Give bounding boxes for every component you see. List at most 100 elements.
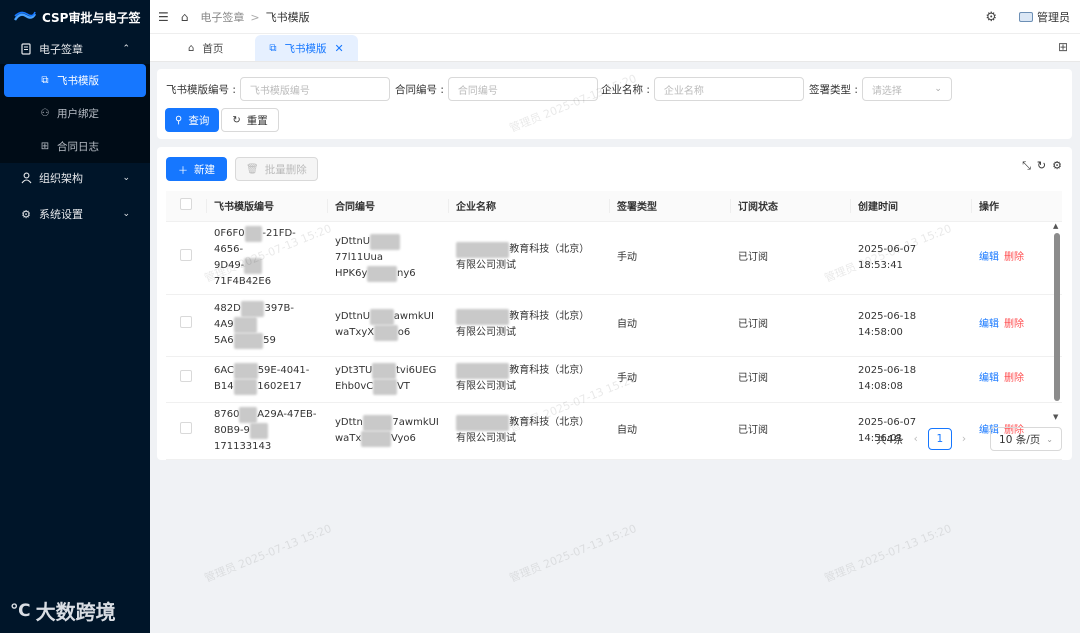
reset-button[interactable]: ↻ 重置 [221, 108, 279, 132]
company-name-input[interactable]: 企业名称 [653, 77, 804, 101]
query-button[interactable]: ⚲ 查询 [165, 108, 220, 132]
contract-no-part: o6 [397, 327, 411, 338]
header-actions: ⚙ 管理员 [985, 0, 1070, 34]
field-label: 合同编号 : [395, 83, 444, 96]
batch-delete-button[interactable]: 🗑 批量删除 [235, 157, 318, 181]
delete-link[interactable]: 删除 [1004, 319, 1024, 330]
column-header: 创建时间 [850, 191, 971, 222]
template-no-part: 71F4B42E6 [214, 275, 272, 287]
table-scrollbar[interactable]: ▲ ▼ [1053, 222, 1060, 421]
company-name-cell: xxxxxxxxx教育科技（北京） 有限公司测试 [448, 294, 609, 357]
tab-feishu-template[interactable]: ⧉ 飞书模版 ✕ [255, 35, 358, 61]
table-header-row: 飞书模版编号 合同编号 企业名称 签署类型 订阅状态 创建时间 操作 [166, 191, 1062, 222]
contract-no-input[interactable]: 合同编号 [447, 77, 598, 101]
contract-no-part: yDttnU [335, 311, 371, 322]
column-header: 订阅状态 [730, 191, 850, 222]
subscription-status-cell: 已订阅 [730, 402, 850, 460]
fullscreen-icon[interactable]: ⤡ [1022, 159, 1031, 173]
table-row: 482Dxxxx397B-4A9xxxx5A6xxxxx59 yDttnUxxx… [166, 294, 1062, 357]
row-checkbox[interactable] [180, 421, 192, 434]
field-contract-no: 合同编号 : 合同编号 [395, 77, 598, 101]
masked-text: xxxxx [233, 333, 264, 349]
page-number[interactable]: 1 [927, 428, 952, 450]
button-label: 重置 [246, 114, 268, 127]
created-time-cell: 2025-06-18 14:58:00 [850, 294, 971, 357]
subscription-status-cell: 已订阅 [730, 294, 850, 357]
close-icon[interactable]: ✕ [335, 42, 344, 55]
contract-no-part: Ehb0vC [335, 381, 374, 392]
contract-no-part: waTxyX [335, 327, 375, 338]
scroll-up-icon[interactable]: ▲ [1053, 222, 1058, 230]
masked-text: xxxx [234, 363, 258, 379]
company-name-part: 教育科技（北京） [509, 365, 590, 376]
masked-text: xxxx [373, 379, 397, 395]
masked-text: xxx [244, 257, 263, 274]
document-icon [20, 43, 32, 55]
new-button[interactable]: ＋ 新建 [166, 157, 227, 181]
sidebar-item-label: 飞书模版 [57, 75, 99, 87]
edit-link[interactable]: 编辑 [979, 252, 999, 263]
column-settings-icon[interactable]: ⚙ [1052, 159, 1062, 173]
page-size-select[interactable]: 10 条/页 ⌄ [990, 427, 1062, 451]
home-icon[interactable]: ⌂ [181, 10, 189, 24]
select-all-checkbox[interactable] [180, 198, 192, 211]
chevron-down-icon: ⌄ [934, 84, 942, 94]
contract-no-part: HPK6y [335, 267, 368, 279]
edit-link[interactable]: 编辑 [979, 319, 999, 330]
contract-no-part: 77l11Uua [335, 251, 384, 263]
page-size-label: 10 条/页 [999, 433, 1041, 446]
user-icon [20, 172, 32, 184]
delete-link[interactable]: 删除 [1004, 373, 1024, 384]
row-checkbox[interactable] [180, 248, 192, 261]
sign-type-cell: 自动 [609, 294, 730, 357]
masked-text: xxxxxxxxx [456, 363, 510, 379]
input-placeholder: 飞书模版编号 [249, 85, 310, 97]
template-no-part: 9D49- [214, 259, 245, 271]
next-page-icon[interactable]: › [962, 433, 966, 445]
chevron-up-icon: ⌃ [122, 44, 130, 54]
user-menu[interactable]: 管理员 [1019, 9, 1070, 25]
logo-icon [14, 11, 36, 21]
sidebar-group-org[interactable]: 组织架构 ⌄ [0, 163, 150, 193]
scrollbar-thumb[interactable] [1054, 233, 1060, 401]
app-title: CSP审批与电子签 [42, 10, 141, 25]
template-no-cell: 0F6F0xxx-21FD-4656-9D49-xxx71F4B42E6 [206, 221, 327, 295]
breadcrumb-item[interactable]: 电子签章 [200, 11, 244, 24]
sidebar-item-contract-log[interactable]: ⊞ 合同日志 [0, 130, 150, 163]
created-time-cell: 2025-06-18 14:08:08 [850, 356, 971, 403]
tabs-menu-icon[interactable]: ⊞ [1058, 40, 1068, 54]
sidebar-item-user-bind[interactable]: ⚇ 用户绑定 [0, 97, 150, 130]
app-logo[interactable]: CSP审批与电子签 [0, 0, 150, 34]
scroll-down-icon[interactable]: ▼ [1053, 413, 1058, 421]
grid-icon: ⊞ [40, 141, 50, 152]
tab-home[interactable]: ⌂ 首页 [174, 35, 237, 61]
sign-type-select[interactable]: 请选择 ⌄ [861, 77, 952, 101]
chevron-down-icon: ⌄ [1046, 434, 1053, 444]
sidebar-item-label: 合同日志 [57, 141, 99, 153]
row-checkbox[interactable] [180, 316, 192, 328]
menu-toggle-icon[interactable]: ☰ [158, 10, 169, 24]
select-placeholder: 请选择 [871, 85, 902, 97]
contract-no-part: Vyo6 [390, 432, 416, 444]
sidebar-group-label: 系统设置 [39, 208, 83, 221]
edit-link[interactable]: 编辑 [979, 373, 999, 384]
contract-no-part: 7awmkUI [392, 416, 439, 428]
refresh-icon[interactable]: ↻ [1037, 159, 1046, 173]
row-checkbox[interactable] [180, 370, 192, 382]
company-name-cell: xxxxxxxxx教育科技（北京） 有限公司测试 [448, 221, 609, 295]
contract-no-part: yDt3TU [335, 365, 373, 376]
sidebar-item-feishu-template[interactable]: ⧉ 飞书模版 [4, 64, 146, 97]
template-table: 飞书模版编号 合同编号 企业名称 签署类型 订阅状态 创建时间 操作 0F6F0… [166, 191, 1062, 460]
row-select-cell [166, 356, 206, 403]
prev-page-icon[interactable]: ‹ [914, 433, 918, 445]
template-no-part: 397B- [264, 303, 295, 314]
template-no-input[interactable]: 飞书模版编号 [239, 77, 390, 101]
sidebar-group-settings[interactable]: ⚙ 系统设置 ⌄ [0, 199, 150, 229]
template-no-part: 1602E17 [257, 381, 302, 392]
trash-icon: 🗑 [246, 163, 259, 175]
delete-link[interactable]: 删除 [1004, 252, 1024, 263]
template-no-part: 80B9-9 [214, 424, 250, 436]
settings-gear-icon[interactable]: ⚙ [985, 10, 997, 25]
user-name: 管理员 [1037, 11, 1070, 24]
sidebar-group-esign[interactable]: 电子签章 ⌃ [0, 34, 150, 64]
